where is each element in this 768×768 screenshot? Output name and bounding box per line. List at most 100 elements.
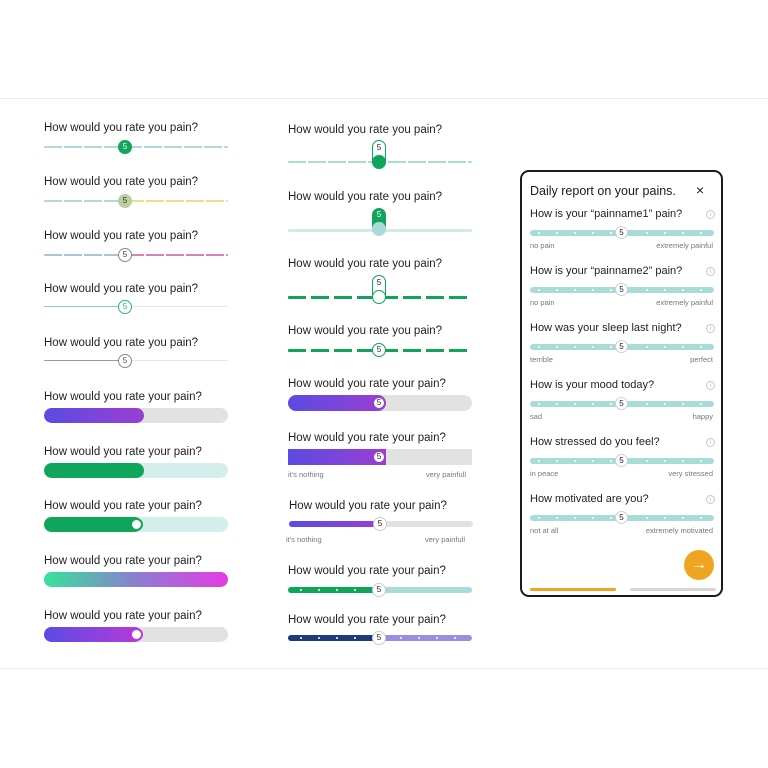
track-dot	[646, 517, 648, 519]
top-divider	[0, 98, 768, 99]
slider-pin-dashes[interactable]: 5	[288, 274, 472, 306]
track-dot	[610, 232, 612, 234]
track-dot	[610, 289, 612, 291]
track-dot	[664, 460, 666, 462]
track-dot	[700, 289, 702, 291]
slider-thumb[interactable]	[372, 222, 386, 236]
question-label: How would you rate you pain?	[44, 337, 199, 349]
slider-thumb[interactable]: 5	[372, 631, 386, 645]
track-dot	[592, 460, 594, 462]
slider-bar-purple[interactable]	[44, 627, 228, 642]
slider-thumb[interactable]	[130, 518, 143, 531]
question-label: How would you rate you pain?	[288, 258, 443, 270]
question-label: How would you rate your pain?	[288, 614, 446, 626]
track-dot	[538, 346, 540, 348]
question-label: How would you rate you pain?	[44, 230, 199, 242]
track-dot	[574, 403, 576, 405]
report-question-label: How is your “painname2” pain?	[530, 265, 683, 277]
progress-bar-green[interactable]	[44, 463, 228, 478]
slider-thumb[interactable]: 5	[118, 300, 132, 314]
slider-dashed-teal-pink[interactable]: 5	[44, 248, 228, 262]
question-label: How would you rate you pain?	[44, 283, 199, 295]
slider-bar-purple-value[interactable]: 5	[288, 395, 472, 411]
slider-pin-teal[interactable]: 5	[288, 207, 472, 239]
info-icon[interactable]: i	[706, 210, 715, 219]
slider-dotted-green[interactable]: 5	[288, 583, 472, 597]
slider-thumb[interactable]	[372, 155, 386, 169]
report-slider-thumb[interactable]: 5	[615, 511, 628, 524]
slider-thin-teal[interactable]: 5	[44, 300, 228, 314]
track-dot	[646, 460, 648, 462]
report-slider-thumb[interactable]: 5	[615, 454, 628, 467]
track-dot	[646, 289, 648, 291]
progress-indicator-active	[530, 588, 616, 591]
track-dot	[700, 346, 702, 348]
report-slider-thumb[interactable]: 5	[615, 226, 628, 239]
report-slider-thumb[interactable]: 5	[615, 340, 628, 353]
report-label-low: terrible	[530, 355, 553, 364]
track-dot	[538, 289, 540, 291]
slider-dashes-outline[interactable]: 5	[288, 341, 472, 359]
slider-thumb[interactable]: 5	[118, 194, 132, 208]
slider-thumb[interactable]: 5	[118, 354, 132, 368]
slider-thumb[interactable]	[130, 628, 143, 641]
slider-thumb[interactable]: 5	[373, 451, 385, 463]
slider-thumb[interactable]	[372, 290, 386, 304]
slider-bar-square[interactable]: 5	[288, 449, 472, 465]
slider-bar-green[interactable]	[44, 517, 228, 532]
track-dot	[664, 232, 666, 234]
slider-pin-green[interactable]: 5	[288, 140, 472, 172]
track-dot	[610, 517, 612, 519]
close-icon[interactable]: ×	[696, 182, 704, 198]
slider-thin-purple[interactable]: 5	[289, 517, 473, 531]
info-icon[interactable]: i	[706, 381, 715, 390]
report-label-low: in peace	[530, 469, 559, 478]
slider-thumb[interactable]: 5	[372, 583, 386, 597]
track-dot	[556, 403, 558, 405]
track-dot	[538, 460, 540, 462]
slider-dashed-teal-yellow[interactable]: 5	[44, 194, 228, 208]
progress-bar-purple[interactable]	[44, 408, 228, 423]
slider-value: 5	[376, 210, 382, 219]
track-dot	[592, 232, 594, 234]
question-label: How would you rate your pain?	[288, 378, 446, 390]
slider-thumb[interactable]: 5	[118, 248, 132, 262]
report-slider-thumb[interactable]: 5	[615, 283, 628, 296]
slider-value: 5	[376, 278, 382, 287]
gradient-bar[interactable]	[44, 572, 228, 587]
slider-dashed-teal[interactable]: 5	[44, 140, 228, 154]
track-dot	[592, 289, 594, 291]
report-label-low: no pain	[530, 241, 555, 250]
info-icon[interactable]: i	[706, 495, 715, 504]
next-arrow-button[interactable]: →	[684, 550, 714, 580]
slider-dotted-navy[interactable]: 5	[288, 631, 472, 645]
track-dot	[682, 289, 684, 291]
progress-fill	[44, 517, 142, 532]
question-label: How would you rate you pain?	[44, 176, 199, 188]
track-dot	[682, 403, 684, 405]
slider-thumb[interactable]: 5	[373, 517, 387, 531]
question-label: How would you rate you pain?	[288, 124, 443, 136]
track-dot	[574, 289, 576, 291]
slider-thumb[interactable]: 5	[373, 397, 385, 409]
report-label-high: extremely motivated	[645, 526, 713, 535]
slider-thin-grey[interactable]: 5	[44, 354, 228, 368]
progress-fill	[44, 463, 144, 478]
slider-thumb[interactable]: 5	[372, 343, 386, 357]
info-icon[interactable]: i	[706, 324, 715, 333]
track-dot	[556, 517, 558, 519]
track-dot	[664, 346, 666, 348]
track-dot	[610, 460, 612, 462]
question-label: How would you rate your pain?	[289, 500, 447, 512]
info-icon[interactable]: i	[706, 267, 715, 276]
track-dot	[538, 232, 540, 234]
slider-thumb[interactable]: 5	[118, 140, 132, 154]
report-question-label: How is your “painname1” pain?	[530, 208, 683, 220]
track-dot	[538, 403, 540, 405]
bottom-divider	[0, 668, 768, 669]
track-dot	[574, 517, 576, 519]
track-dot	[682, 232, 684, 234]
report-slider-thumb[interactable]: 5	[615, 397, 628, 410]
info-icon[interactable]: i	[706, 438, 715, 447]
report-label-high: happy	[692, 412, 713, 421]
